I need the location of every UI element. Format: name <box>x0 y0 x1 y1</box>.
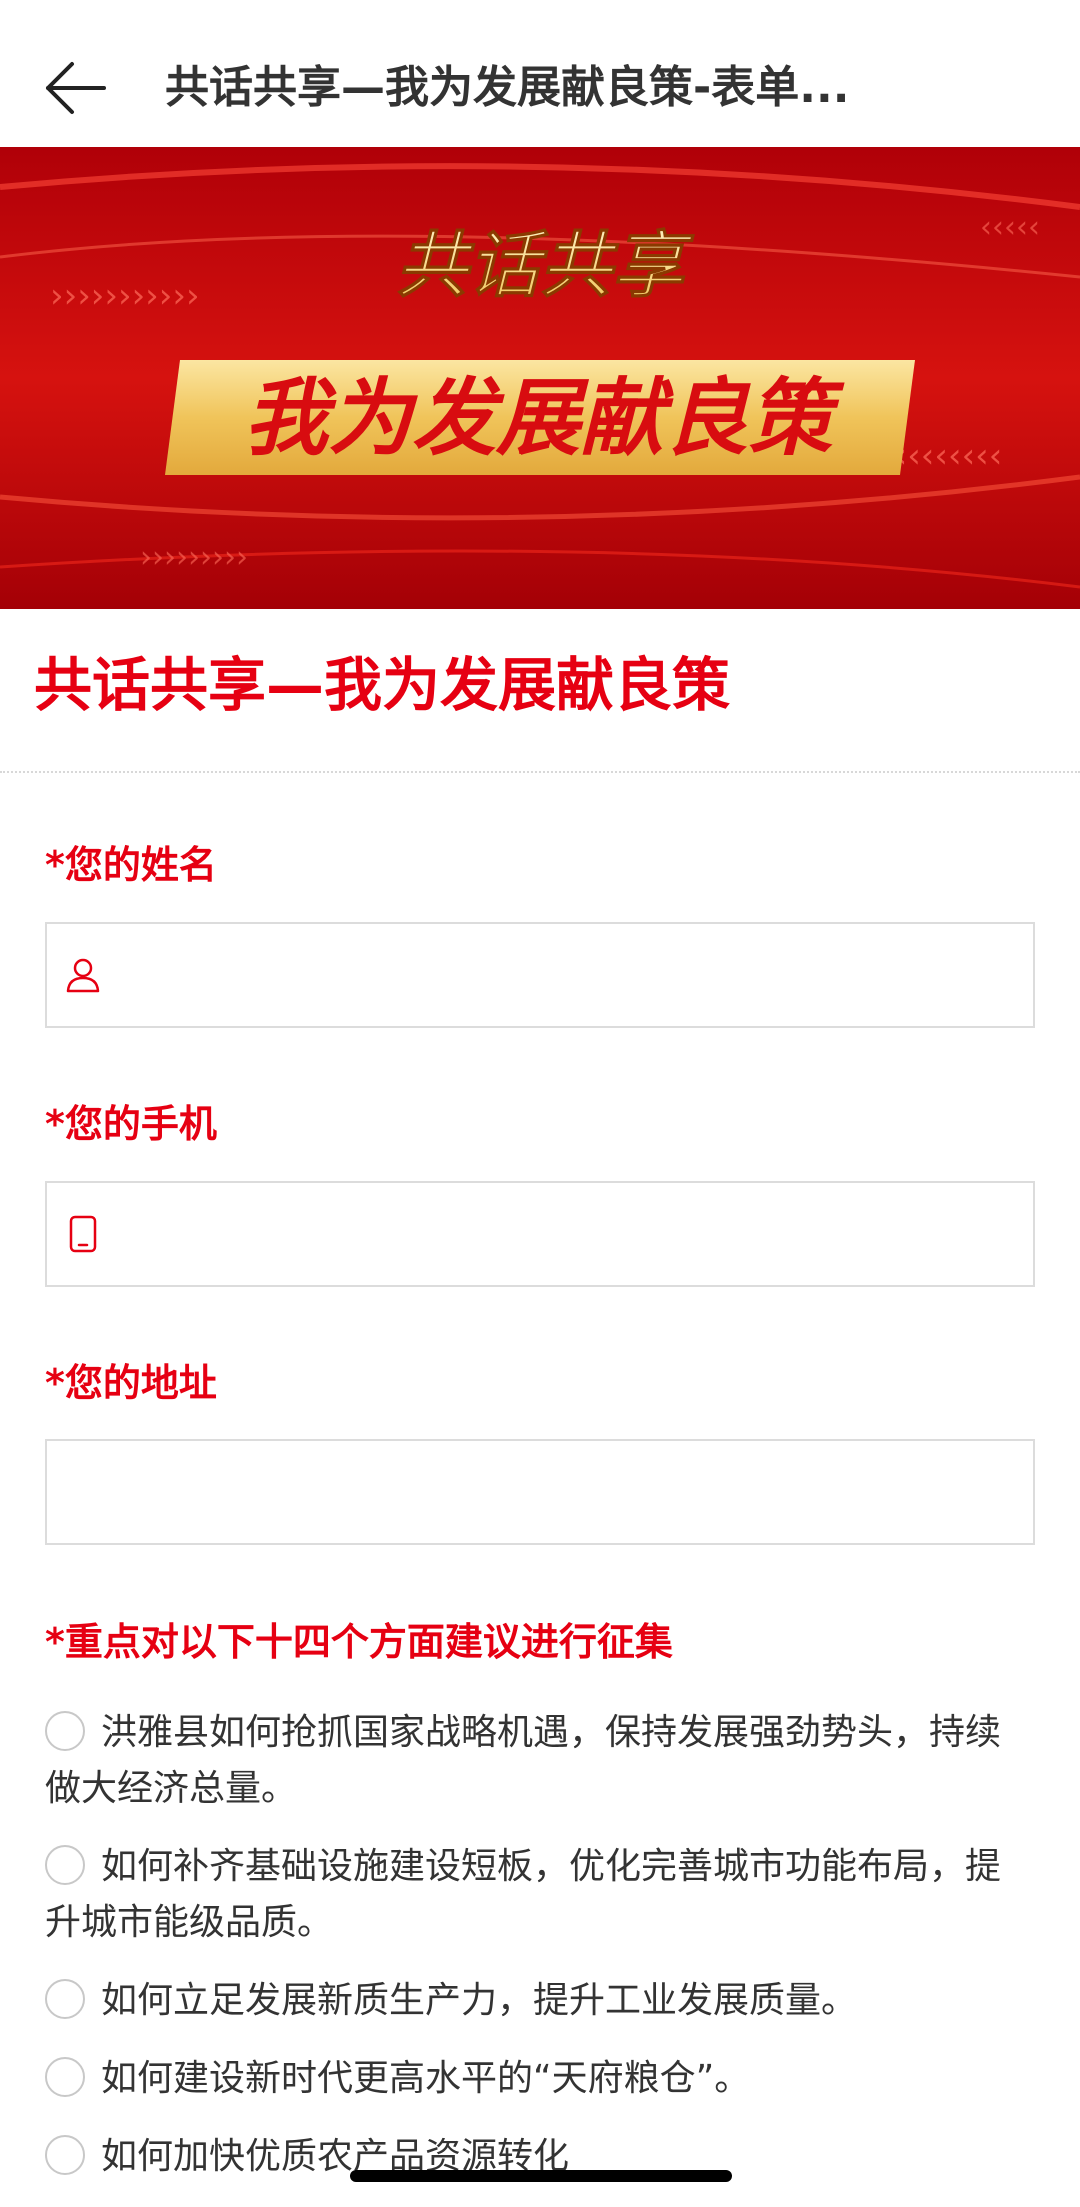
radio-button[interactable] <box>45 1845 85 1885</box>
svg-text:›››››››››: ››››››››› <box>140 540 248 575</box>
name-input[interactable] <box>101 923 1033 1027</box>
form-heading: 共话共享—我为发展献良策 <box>34 651 731 719</box>
phone-icon <box>65 1214 101 1254</box>
option-item[interactable]: 如何建设新时代更高水平的“天府粮仓”。 <box>45 2051 1035 2107</box>
option-item[interactable]: 洪雅县如何抢抓国家战略机遇，保持发展强劲势头，持续做大经济总量。 <box>45 1705 1035 1817</box>
top-navigation-bar: 共话共享—我为发展献良策-表单... <box>0 0 1080 148</box>
back-button[interactable] <box>40 48 110 128</box>
phone-field[interactable] <box>45 1181 1035 1287</box>
svg-text:‹‹‹‹‹: ‹‹‹‹‹ <box>980 210 1040 245</box>
radio-button[interactable] <box>45 1979 85 2019</box>
radio-button[interactable] <box>45 2135 85 2175</box>
banner-line1: 共话共享 <box>396 223 695 307</box>
option-item[interactable]: 如何补齐基础设施建设短板，优化完善城市功能布局，提升城市能级品质。 <box>45 1839 1035 1951</box>
banner-line2: 我为发展献良策 <box>244 369 845 467</box>
home-indicator <box>350 2170 732 2182</box>
back-arrow-icon <box>46 62 106 114</box>
svg-text:›››››››››››: ››››››››››› <box>50 276 200 316</box>
option-text: 如何补齐基础设施建设短板，优化完善城市功能布局，提升城市能级品质。 <box>45 1846 1002 1943</box>
radio-button[interactable] <box>45 2057 85 2097</box>
name-field[interactable] <box>45 922 1035 1028</box>
banner-image: ››››››››››› ‹‹‹‹‹‹‹‹‹ ››››››››› ‹‹‹‹‹ 共话… <box>0 147 1080 609</box>
option-text: 洪雅县如何抢抓国家战略机遇，保持发展强劲势头，持续做大经济总量。 <box>45 1712 1002 1809</box>
option-text: 如何建设新时代更高水平的“天府粮仓”。 <box>101 2058 751 2099</box>
phone-label: *您的手机 <box>45 1102 217 1146</box>
page-title: 共话共享—我为发展献良策-表单... <box>165 62 850 113</box>
name-label: *您的姓名 <box>45 843 217 887</box>
address-input[interactable] <box>47 1440 1033 1544</box>
divider <box>0 771 1080 773</box>
option-item[interactable]: 如何立足发展新质生产力，提升工业发展质量。 <box>45 1973 1035 2029</box>
address-field[interactable] <box>45 1439 1035 1545</box>
radio-button[interactable] <box>45 1711 85 1751</box>
option-text: 如何立足发展新质生产力，提升工业发展质量。 <box>101 1980 858 2021</box>
question-label: *重点对以下十四个方面建议进行征集 <box>45 1620 673 1664</box>
phone-input[interactable] <box>101 1182 1033 1286</box>
address-label: *您的地址 <box>45 1361 217 1405</box>
option-list: 洪雅县如何抢抓国家战略机遇，保持发展强劲势头，持续做大经济总量。 如何补齐基础设… <box>45 1705 1035 2207</box>
person-icon <box>65 955 101 995</box>
